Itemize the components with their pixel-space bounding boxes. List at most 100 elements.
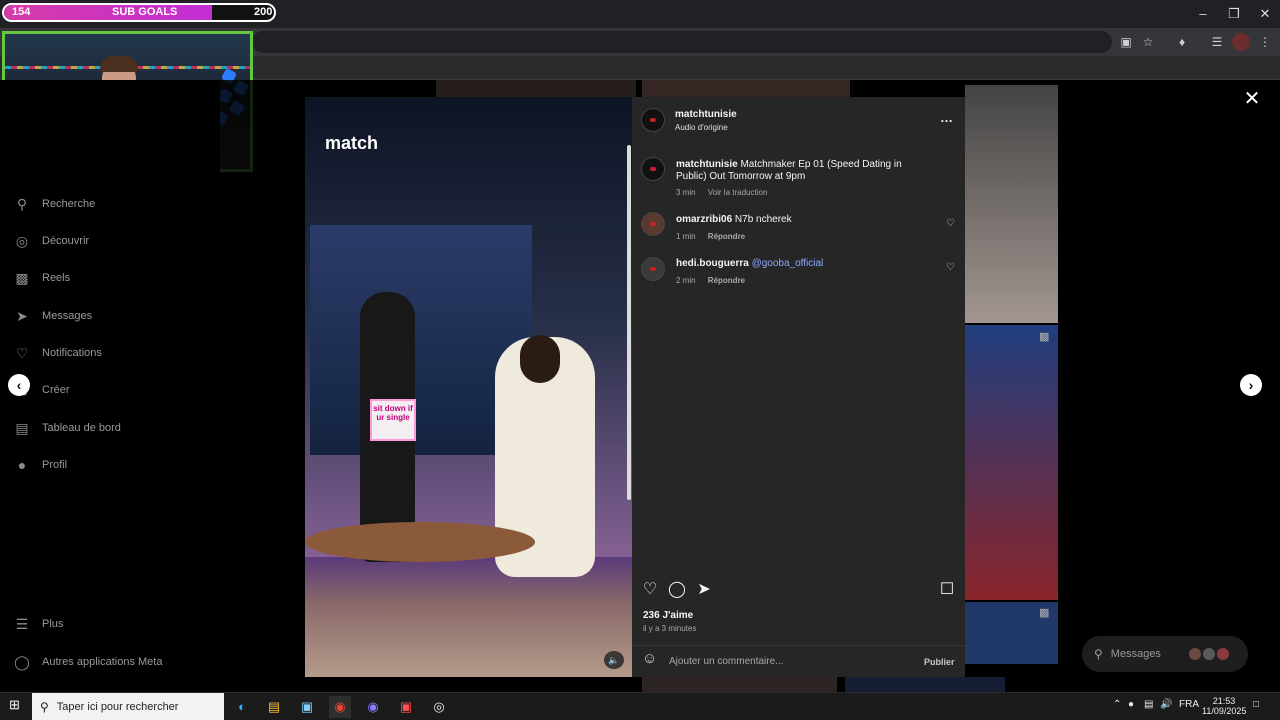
publish-button[interactable]: Publier	[924, 656, 955, 668]
sidebar-item-plus[interactable]: ☰ Plus	[14, 611, 64, 637]
sidebar-item-label: Autres applications Meta	[42, 656, 163, 668]
kebab-menu-icon[interactable]: ⋮	[1256, 33, 1274, 51]
share-icon[interactable]: ➤	[695, 581, 713, 599]
translate-link[interactable]: Voir la traduction	[708, 188, 768, 197]
save-icon[interactable]: ☐	[938, 581, 956, 599]
sidebar-item-tableau-de-bord[interactable]: ▤ Tableau de bord	[14, 415, 121, 441]
video-sign: sit down if ur single	[370, 399, 416, 441]
messages-pill[interactable]: ⚲ Messages	[1082, 636, 1248, 672]
caption-avatar[interactable]	[641, 157, 665, 181]
caption-time: 3 min	[676, 188, 696, 197]
comment-item: hedi.bouguerra @gooba_official	[676, 258, 823, 270]
post-author[interactable]: matchtunisie	[675, 109, 737, 121]
edge-icon[interactable]: ◐	[231, 696, 253, 718]
discord-icon[interactable]: ◉	[362, 696, 384, 718]
reel-video[interactable]: sit down if ur single match	[305, 97, 632, 677]
comment-meta: 1 min Répondre	[676, 232, 745, 241]
window-close-icon[interactable]: ✕	[1250, 4, 1280, 24]
video-person-right-head	[520, 335, 560, 383]
likes-count[interactable]: 236 J'aime	[643, 610, 693, 622]
reply-button[interactable]: Répondre	[708, 232, 745, 241]
reel-icon: ▩	[1039, 331, 1050, 343]
profile-avatar-icon[interactable]	[1232, 33, 1250, 51]
sidebar-item-meta-apps[interactable]: ◯ Autres applications Meta	[14, 649, 162, 675]
comment-item: omarzribi06 N7b ncherek	[676, 214, 792, 226]
taskbar-search[interactable]: ⚲ Taper ici pour rechercher	[32, 693, 224, 720]
sidebar-item-label: Messages	[42, 310, 93, 322]
search-icon: ⚲	[16, 196, 28, 212]
streamer-hair	[100, 56, 138, 72]
post-audio[interactable]: Audio d'origine	[675, 122, 728, 134]
install-app-icon[interactable]: ▣	[1117, 33, 1135, 51]
comment-like-icon[interactable]: ♡	[946, 219, 956, 229]
comment-user[interactable]: hedi.bouguerra	[676, 258, 749, 269]
comment-mention[interactable]: @gooba_official	[752, 258, 824, 269]
caption-user[interactable]: matchtunisie	[676, 159, 738, 170]
sidebar-item-profil[interactable]: ● Profil	[14, 452, 67, 478]
author-avatar[interactable]	[641, 108, 665, 132]
chat-avatar	[1216, 648, 1229, 660]
more-options-icon[interactable]: …	[940, 111, 953, 124]
comment-time: 2 min	[676, 276, 696, 285]
comment-input[interactable]: Ajouter un commentaire...	[669, 656, 784, 668]
notification-center-icon[interactable]: □	[1253, 699, 1259, 710]
sidebar-item-label: Notifications	[42, 347, 102, 359]
chat-avatar	[1188, 648, 1201, 660]
like-icon[interactable]: ♡	[641, 581, 659, 599]
background-thumbnail	[965, 325, 1058, 600]
chat-avatar	[1202, 648, 1215, 660]
voicemeeter-icon[interactable]: ▣	[395, 696, 417, 718]
search-icon: ⚲	[40, 699, 49, 714]
chrome-icon[interactable]: ◉	[329, 696, 351, 718]
sub-goals-current: 154	[12, 6, 31, 18]
sidebar-item-decouvrir[interactable]: ◎ Découvrir	[14, 228, 89, 254]
restore-icon[interactable]: ❐	[1219, 4, 1249, 24]
video-scrollbar[interactable]	[627, 145, 631, 500]
taskbar-search-placeholder: Taper ici pour rechercher	[56, 700, 179, 713]
sidebar-item-recherche[interactable]: ⚲ Recherche	[14, 191, 95, 217]
sidebar-item-reels[interactable]: ▩ Reels	[14, 265, 70, 291]
background-thumbnail	[845, 677, 1005, 692]
network-icon[interactable]: ▤	[1144, 699, 1153, 710]
sidebar-item-messages[interactable]: ➤ Messages	[14, 303, 92, 329]
comment-panel: matchtunisie Audio d'origine … matchtuni…	[632, 97, 965, 677]
tray-expand-icon[interactable]: ⌃	[1113, 699, 1121, 710]
emoji-icon[interactable]: ☺	[642, 651, 657, 666]
sidebar-item-label: Profil	[42, 459, 68, 471]
messages-label: Messages	[1110, 648, 1161, 660]
reel-icon: ▩	[1039, 607, 1050, 619]
volume-icon[interactable]: 🔊	[1160, 699, 1172, 710]
sub-goals-progress	[4, 5, 212, 20]
previous-arrow-icon[interactable]: ‹	[8, 374, 30, 396]
language-indicator[interactable]: FRA	[1179, 699, 1199, 710]
windows-start-icon[interactable]: ⊞	[9, 698, 23, 712]
file-explorer-icon[interactable]: ▤	[263, 696, 285, 718]
close-icon[interactable]: ✕	[1242, 89, 1262, 109]
reply-button[interactable]: Répondre	[708, 276, 745, 285]
sidebar-item-label: Découvrir	[42, 235, 90, 247]
sidebar-item-notifications[interactable]: ♡ Notifications	[14, 340, 102, 366]
microphone-icon[interactable]: ●	[1128, 699, 1134, 710]
extensions-icon[interactable]: ♦	[1173, 33, 1191, 51]
comment-text: N7b ncherek	[734, 214, 792, 225]
sidebar-item-label: Créer	[42, 384, 70, 396]
sidebar-item-label: Plus	[42, 618, 64, 630]
commenter-avatar[interactable]	[641, 212, 665, 236]
media-control-icon[interactable]: ☰	[1208, 33, 1226, 51]
bookmark-star-icon[interactable]: ☆	[1139, 33, 1157, 51]
comment-like-icon[interactable]: ♡	[946, 263, 956, 273]
sub-goals-bar: 154 SUB GOALS 200	[2, 3, 276, 22]
mute-icon[interactable]: 🔈	[604, 651, 624, 669]
next-arrow-icon[interactable]: ›	[1240, 374, 1262, 396]
messenger-icon: ⚲	[1094, 647, 1103, 661]
comment-user[interactable]: omarzribi06	[676, 214, 732, 225]
address-bar[interactable]	[252, 31, 1112, 53]
comment-icon[interactable]: ◯	[668, 581, 686, 599]
compass-icon: ◎	[15, 233, 29, 249]
video-logo: match	[325, 133, 379, 153]
minimize-icon[interactable]: –	[1188, 4, 1218, 24]
store-icon[interactable]: ▣	[296, 696, 318, 718]
obs-icon[interactable]: ◎	[428, 696, 450, 718]
clock[interactable]: 21:53 11/09/2025	[1202, 696, 1246, 716]
commenter-avatar[interactable]	[641, 257, 665, 281]
